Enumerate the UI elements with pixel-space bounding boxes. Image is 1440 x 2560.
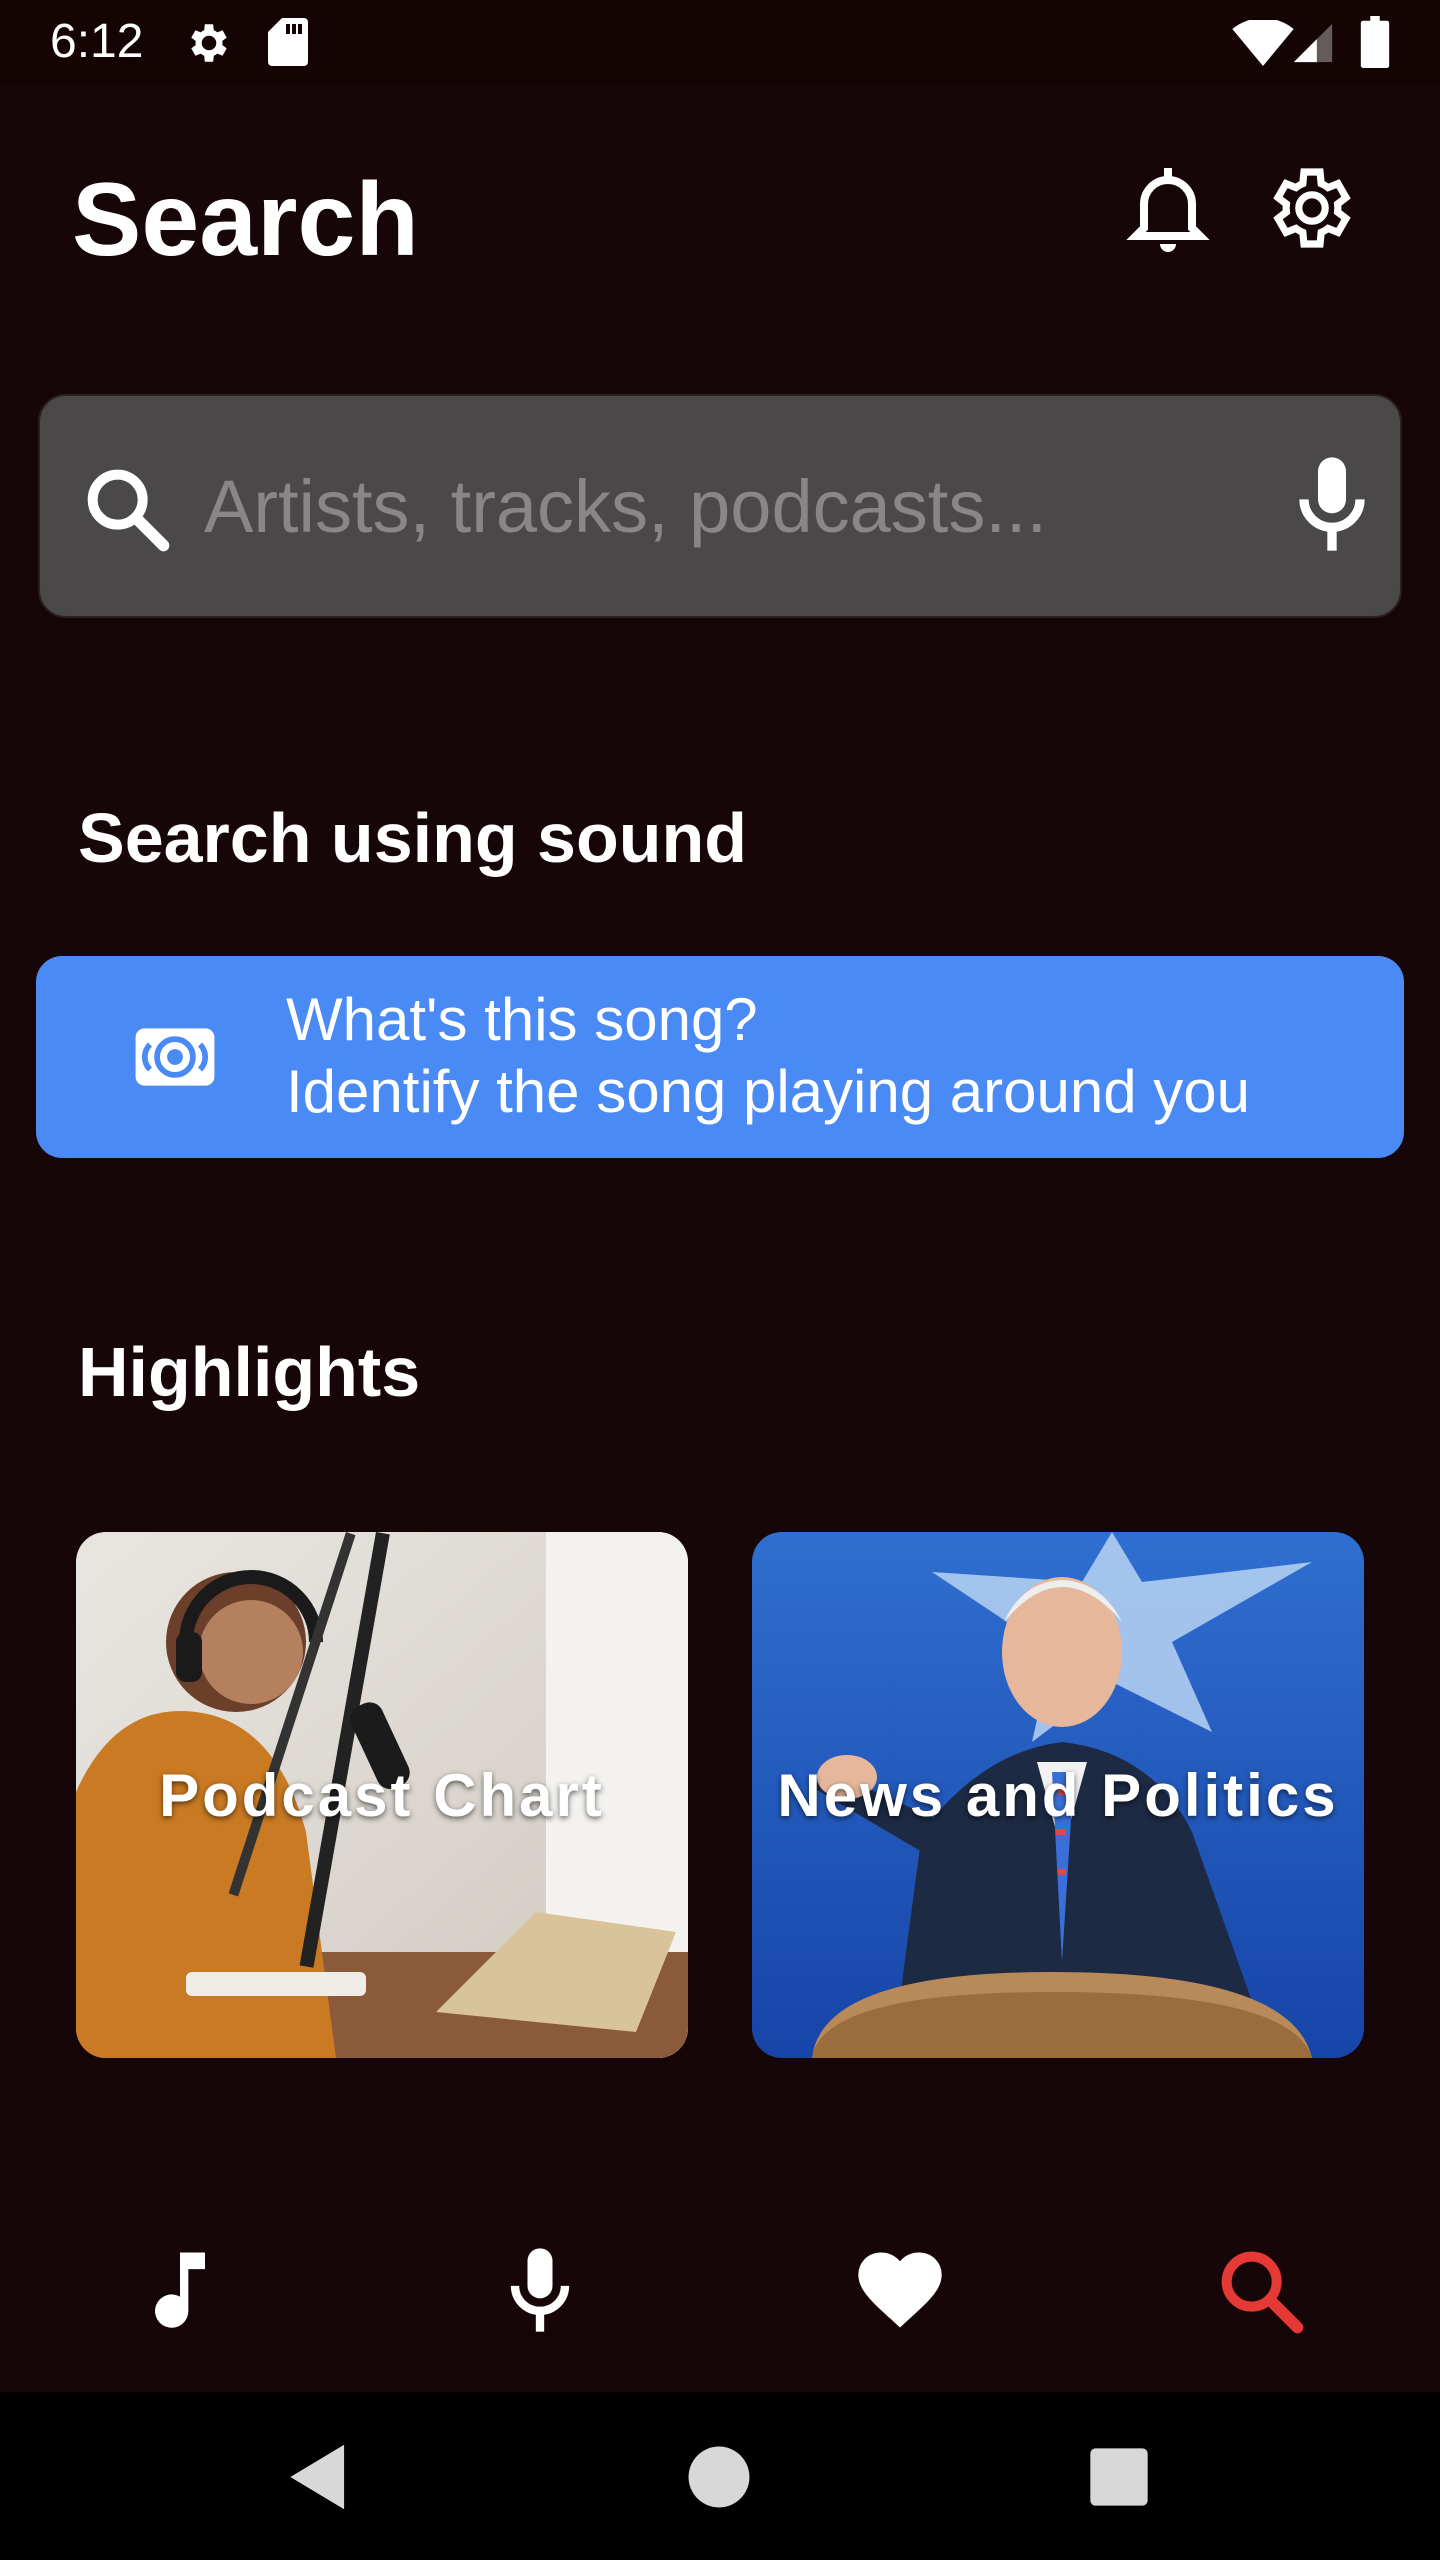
status-bar: 6:12	[0, 0, 1440, 84]
back-icon[interactable]	[276, 2434, 362, 2520]
wifi-icon	[1232, 20, 1294, 66]
recents-icon[interactable]	[1076, 2434, 1162, 2520]
bell-icon[interactable]	[1120, 160, 1216, 256]
bottom-navigation	[0, 2190, 1440, 2390]
gear-icon	[191, 24, 227, 62]
highlight-card-news-politics[interactable]: News and Politics	[752, 1532, 1364, 2058]
settings-icon[interactable]	[1264, 160, 1360, 256]
identify-song-button[interactable]: What's this song? Identify the song play…	[36, 956, 1404, 1158]
home-icon[interactable]	[676, 2434, 762, 2520]
highlight-label: News and Politics	[777, 1761, 1339, 1829]
music-note-icon[interactable]	[130, 2240, 230, 2340]
status-time: 6:12	[50, 15, 144, 68]
system-navigation-bar	[0, 2392, 1440, 2560]
signal-icon	[1293, 23, 1333, 63]
search-icon	[87, 469, 170, 552]
sd-card-icon	[268, 18, 308, 66]
highlights-title: Highlights	[78, 1333, 421, 1411]
voice-search-icon[interactable]	[1276, 448, 1388, 560]
search-box[interactable]	[38, 394, 1402, 618]
identify-card-title: What's this song?	[286, 986, 758, 1053]
identify-card-subtitle: Identify the song playing around you	[286, 1058, 1251, 1125]
highlight-label: Podcast Chart	[159, 1761, 605, 1829]
search-nav-icon[interactable]	[1210, 2240, 1310, 2340]
highlight-card-podcast-chart[interactable]: Podcast Chart	[76, 1532, 688, 2058]
microphone-icon[interactable]	[490, 2240, 590, 2340]
battery-icon	[1360, 16, 1390, 68]
sound-recognition-icon	[135, 1028, 215, 1086]
page-title: Search	[72, 162, 419, 278]
heart-icon[interactable]	[850, 2240, 950, 2340]
sound-section-title: Search using sound	[78, 799, 747, 877]
search-input[interactable]	[202, 450, 1206, 562]
